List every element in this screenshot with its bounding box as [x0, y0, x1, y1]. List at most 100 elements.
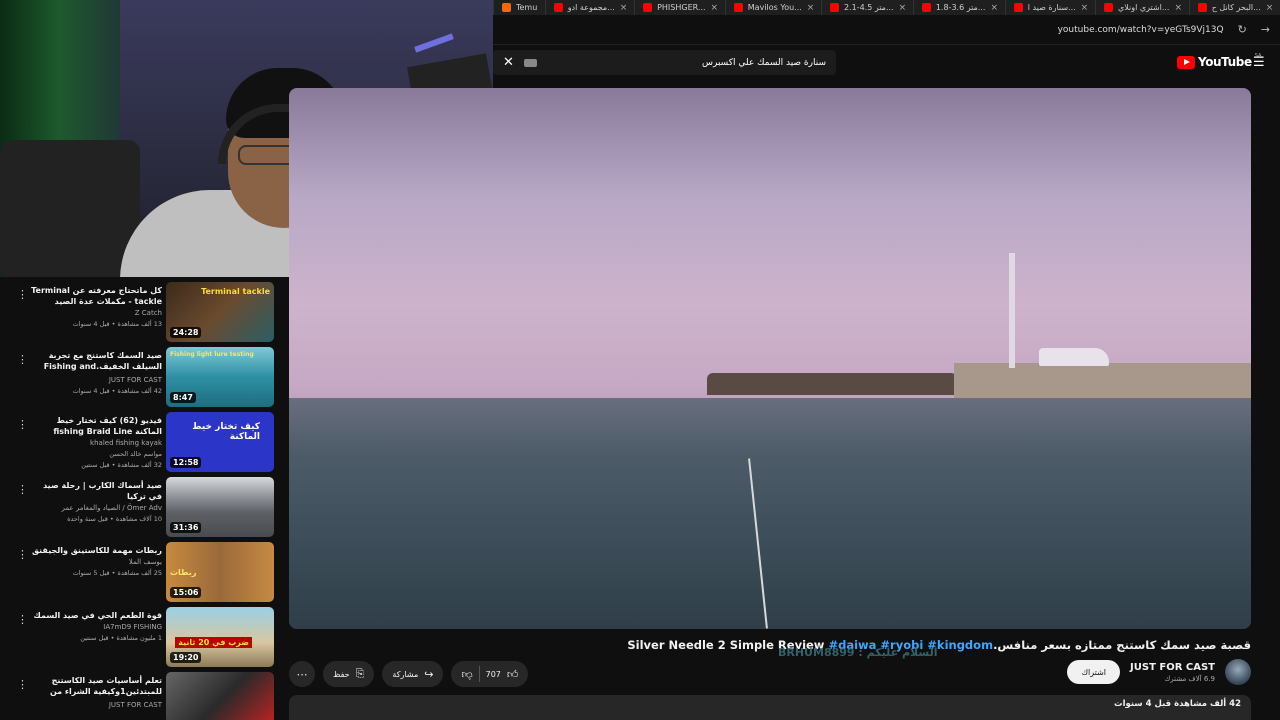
more-options-icon[interactable]: ⋮	[17, 484, 28, 495]
tab-close-icon[interactable]: ×	[1174, 3, 1182, 13]
related-video-title[interactable]: تعلم أساسيات صيد الكاستنج للمبتدئين1وكيف…	[28, 675, 162, 699]
video-actions: ⋯ حفظ ⎘ مشاركة ↪ 👎︎ 707 👍︎	[289, 660, 529, 688]
video-scene-tower	[1009, 253, 1015, 368]
video-scene-pier	[954, 363, 1251, 398]
more-options-icon[interactable]: ⋮	[17, 679, 28, 690]
related-video-title[interactable]: صيد السمك كاستنج مع تجربة السيلف الخفيف.…	[28, 350, 162, 374]
channel-name[interactable]: JUST FOR CAST	[1130, 662, 1215, 673]
tab-title: 1.8-3.6 متر...	[935, 3, 986, 12]
tab-favicon-icon	[829, 3, 839, 12]
tab-close-icon[interactable]: ×	[899, 3, 907, 13]
related-video-channel[interactable]: يوسف الملا	[28, 558, 162, 567]
related-video-item[interactable]: ⋮ ربطات مهمة للكاستينق والجيقنق يوسف الم…	[0, 537, 280, 602]
browser-tab[interactable]: اشتري اونلاي... ×	[1094, 0, 1189, 15]
related-video-title[interactable]: فيديو (62) كيف تختار خيط الماكنة fishing…	[28, 415, 162, 437]
related-video-item[interactable]: ⋮ صيد السمك كاستنج مع تجربة السيلف الخفي…	[0, 342, 280, 407]
browser-tab[interactable]: Mavilos You... ×	[724, 0, 821, 15]
more-options-icon[interactable]: ⋮	[17, 289, 28, 300]
close-icon[interactable]: ✕	[503, 55, 514, 70]
related-video-title[interactable]: صيد أسماك الكارب | رحلة صيد في تركيا	[28, 480, 162, 502]
more-options-icon[interactable]: ⋮	[17, 354, 28, 365]
share-label: مشاركة	[392, 669, 419, 679]
related-video-meta: 1 مليون مشاهدة • قبل سنتين	[80, 634, 162, 642]
save-button[interactable]: حفظ ⎘	[323, 661, 375, 687]
more-options-icon[interactable]: ⋮	[17, 419, 28, 430]
related-video-item[interactable]: ⋮ فيديو (62) كيف تختار خيط الماكنة fishi…	[0, 407, 280, 472]
more-options-icon[interactable]: ⋮	[17, 614, 28, 625]
tab-title: PHISHGER...	[657, 3, 706, 12]
subscribe-button[interactable]: اشتراك	[1067, 660, 1121, 684]
search-overlay[interactable]: ✕ سنارة صيد السمك علي اكسبرس	[493, 50, 836, 75]
related-video-channel[interactable]: khaled fishing kayak	[28, 439, 162, 448]
tab-close-icon[interactable]: ×	[990, 3, 998, 13]
related-video-channel[interactable]: IA7mD9 FISHING	[28, 623, 162, 632]
related-video-thumbnail[interactable]: Terminal tackle 24:28	[166, 282, 274, 342]
related-video-thumbnail[interactable]: Fishing light lure testing 8:47	[166, 347, 274, 407]
search-query[interactable]: سنارة صيد السمك علي اكسبرس	[547, 58, 826, 68]
browser-tab-strip: البحر كانل ح... × اشتري اونلاي... × سنارة …	[493, 0, 1280, 15]
related-video-channel[interactable]: Z Catch	[28, 309, 162, 318]
related-video-text: ربطات مهمة للكاستينق والجيقنق يوسف الملا…	[28, 545, 162, 578]
browser-tab[interactable]: 1.8-3.6 متر... ×	[912, 0, 1005, 15]
video-watermark: BRHUM8899 : السلام عليكم	[778, 646, 938, 659]
share-button[interactable]: مشاركة ↪	[382, 661, 444, 687]
tab-title: Mavilos You...	[747, 3, 802, 12]
related-video-item[interactable]: ⋮ صيد أسماك الكارب | رحلة صيد في تركيا Ö…	[0, 472, 280, 537]
browser-tab[interactable]: PHISHGER... ×	[634, 0, 725, 15]
related-video-text: كل ماتحتاج معرفته عن Terminal tackle - م…	[28, 285, 162, 329]
keyboard-icon[interactable]	[523, 58, 537, 67]
more-actions-button[interactable]: ⋯	[289, 661, 315, 687]
related-video-item[interactable]: ⋮ قوة الطعم الحي في صيد السمك IA7mD9 FIS…	[0, 602, 280, 667]
tab-close-icon[interactable]: ×	[620, 3, 628, 13]
description-box[interactable]: 42 ألف مشاهدة قبل 4 سنوات	[289, 695, 1251, 720]
browser-tab[interactable]: سنارة صيد ا... ×	[1004, 0, 1095, 15]
youtube-play-icon	[1177, 55, 1195, 69]
related-video-channel[interactable]: Ömer Adv / الصياد والمغامر عمر	[28, 504, 162, 513]
related-video-title[interactable]: قوة الطعم الحي في صيد السمك	[28, 610, 162, 621]
related-video-thumbnail[interactable]	[166, 672, 274, 720]
tab-close-icon[interactable]: ×	[711, 3, 719, 13]
youtube-logo[interactable]: YouTube SA	[1177, 53, 1261, 69]
related-video-item[interactable]: ⋮ كل ماتحتاج معرفته عن Terminal tackle -…	[0, 277, 280, 342]
related-video-thumbnail[interactable]: ضرب في 20 ثانية 19:20	[166, 607, 274, 667]
related-video-channel[interactable]: JUST FOR CAST	[28, 376, 162, 385]
related-video-channel[interactable]: JUST FOR CAST	[28, 701, 162, 710]
browser-tab[interactable]: 2.1-4.5 متر... ×	[820, 0, 913, 15]
duration-badge: 8:47	[170, 392, 196, 403]
tab-title: 2.1-4.5 متر...	[843, 3, 894, 12]
tab-title: سنارة صيد ا...	[1027, 3, 1076, 12]
related-video-item[interactable]: ⋮ تعلم أساسيات صيد الكاستنج للمبتدئين1وك…	[0, 667, 280, 720]
tab-close-icon[interactable]: ×	[1266, 3, 1274, 13]
duration-badge: 12:58	[170, 457, 202, 468]
related-video-thumbnail[interactable]: ربطات 15:06	[166, 542, 274, 602]
related-video-thumbnail[interactable]: كيف تختار خيط الماكنة 12:58	[166, 412, 274, 472]
more-options-icon[interactable]: ⋮	[17, 549, 28, 560]
video-scene-sea	[289, 398, 1251, 629]
thumbnail-text: ضرب في 20 ثانية	[175, 637, 252, 648]
duration-badge: 19:20	[170, 652, 202, 663]
url-field[interactable]: youtube.com/watch?v=yeGTs9Vj13Q	[1058, 25, 1224, 35]
hamburger-menu-icon[interactable]: ☰	[1253, 55, 1265, 70]
browser-tab[interactable]: Temu	[493, 0, 545, 15]
like-icon[interactable]: 👍︎	[507, 668, 519, 681]
related-video-meta: 32 ألف مشاهدة • قبل سنتين	[81, 461, 162, 469]
tab-favicon-icon	[733, 3, 743, 12]
video-title: قصبة صيد سمك كاستنج ممتازه بسعر منافس.Si…	[289, 638, 1251, 652]
related-video-title[interactable]: ربطات مهمة للكاستينق والجيقنق	[28, 545, 162, 556]
dislike-icon[interactable]: 👎︎	[461, 668, 472, 681]
tab-close-icon[interactable]: ×	[1081, 3, 1089, 13]
video-player[interactable]	[289, 88, 1251, 629]
channel-avatar[interactable]	[1225, 659, 1251, 685]
tab-favicon-icon	[1103, 3, 1113, 12]
forward-icon[interactable]: →	[1261, 23, 1270, 36]
reload-icon[interactable]: ↻	[1238, 23, 1247, 36]
browser-tab[interactable]: البحر كانل ح... ×	[1188, 0, 1280, 15]
tab-favicon-icon	[553, 3, 563, 12]
related-video-thumbnail[interactable]: 31:36	[166, 477, 274, 537]
tab-close-icon[interactable]: ×	[807, 3, 815, 13]
browser-tab[interactable]: مجموعة ادو... ×	[544, 0, 634, 15]
related-video-title[interactable]: كل ماتحتاج معرفته عن Terminal tackle - م…	[28, 285, 162, 307]
thumbnail-text: كيف تختار خيط الماكنة	[192, 422, 260, 442]
channel-subscribers: 6.9 آلاف مشترك	[1164, 674, 1215, 683]
tab-title: البحر كانل ح...	[1211, 3, 1261, 12]
